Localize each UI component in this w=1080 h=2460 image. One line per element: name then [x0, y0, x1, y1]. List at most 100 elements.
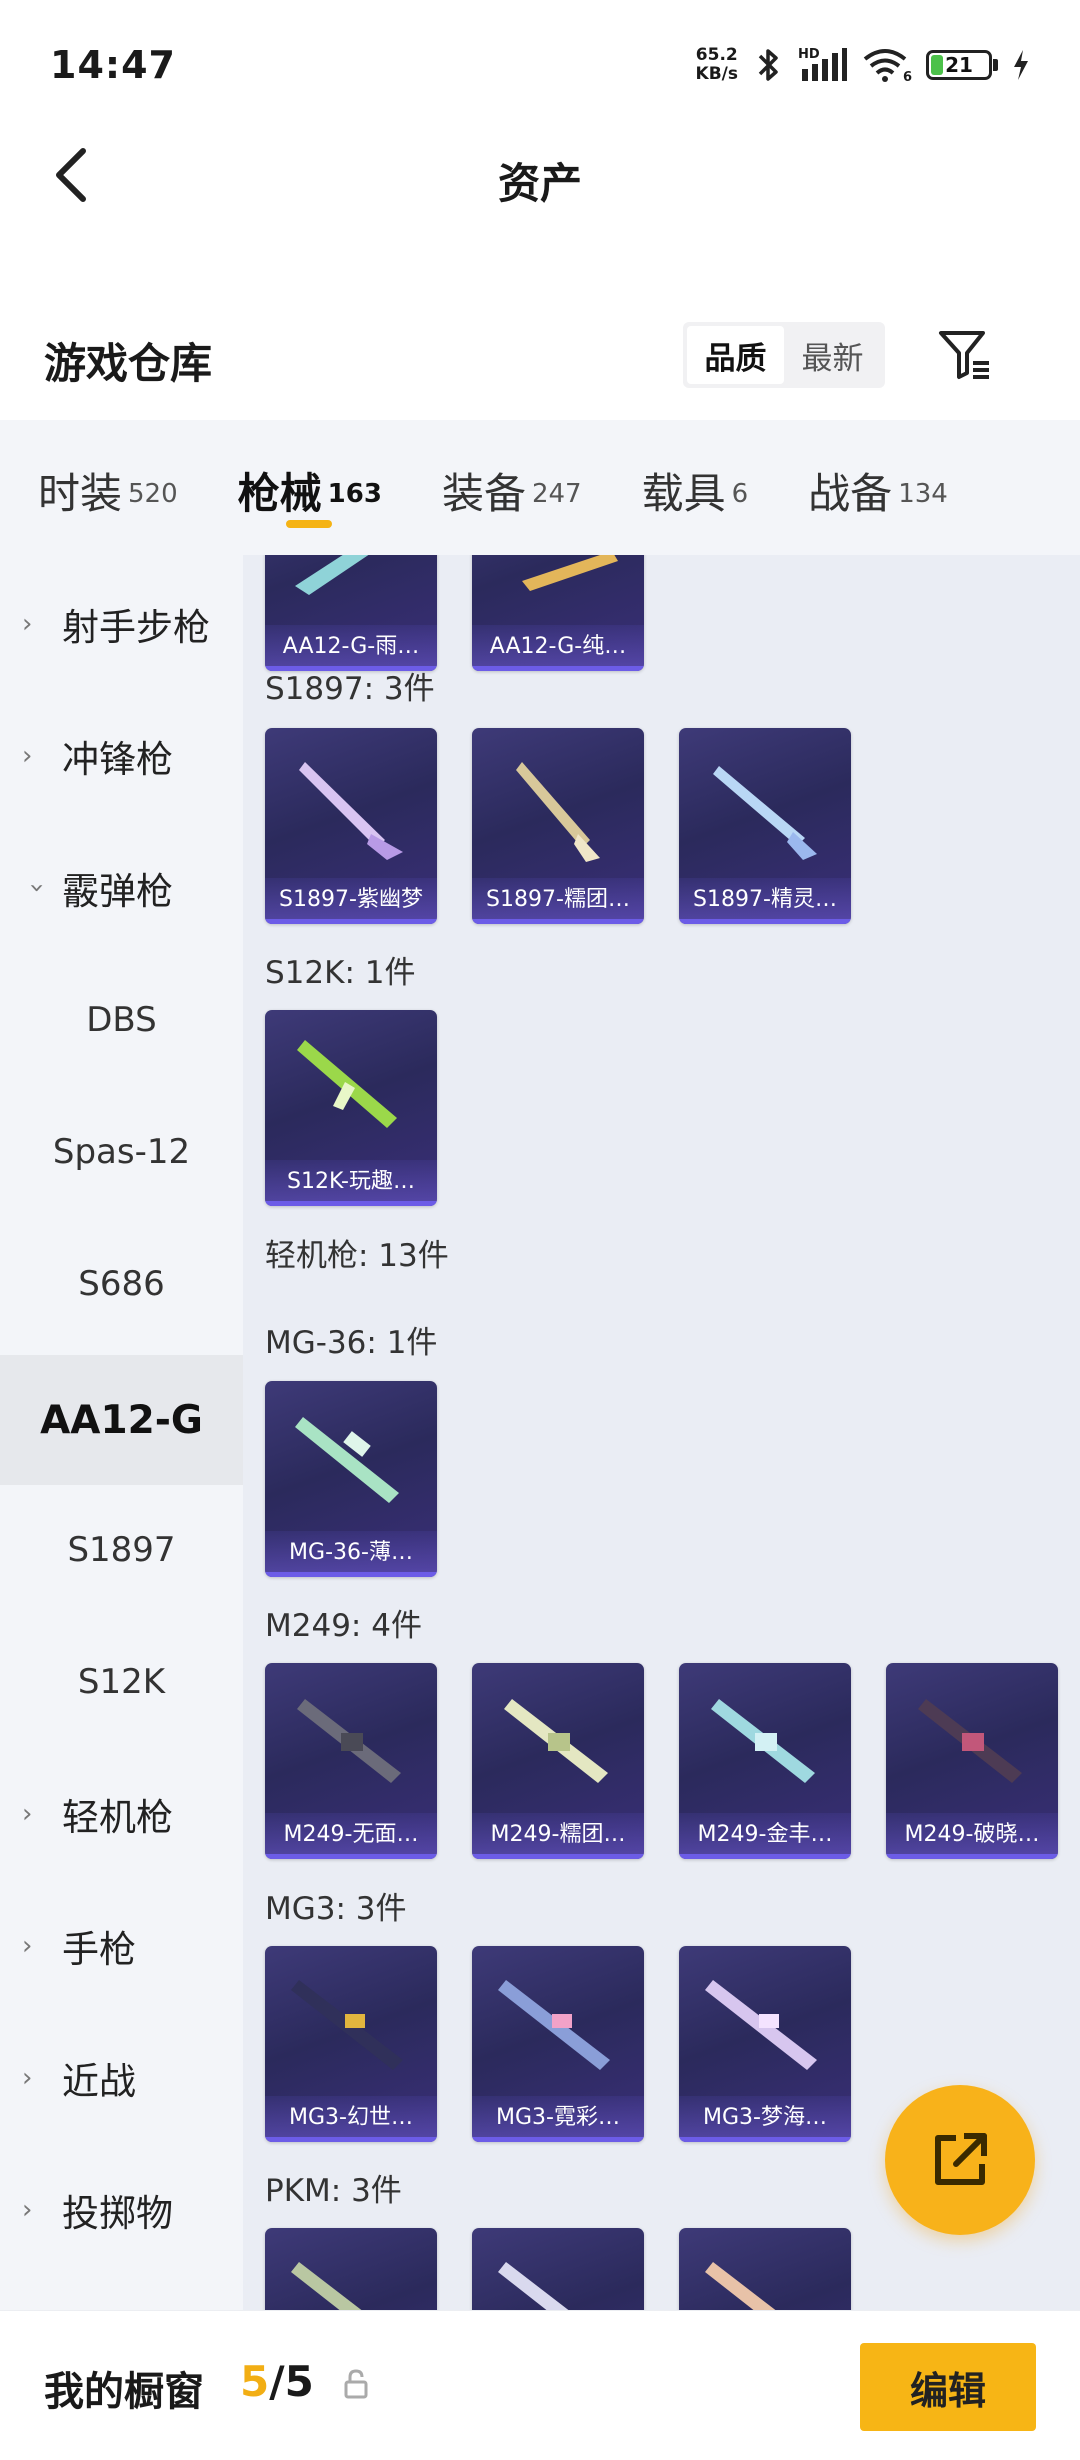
- item-card[interactable]: M249-破晓…: [886, 1663, 1058, 1859]
- weapon-skin-icon: [516, 762, 600, 862]
- weapon-skin-icon: [711, 1699, 815, 1783]
- tab-label: 时装: [38, 469, 123, 518]
- weapon-skin-icon: [295, 1417, 399, 1503]
- item-name: MG-36-薄…: [265, 1531, 437, 1577]
- item-card[interactable]: S12K-玩趣…: [265, 1010, 437, 1206]
- sidebar-item-smg[interactable]: › 冲锋枪: [0, 691, 243, 821]
- weapon-type-sidebar: › 射手步枪 › 冲锋枪 › 霰弹枪 DBS Spas-12 S686 AA12-G …: [0, 555, 243, 2310]
- weapon-skin-icon: [918, 1699, 1022, 1783]
- item-card[interactable]: MG3-霓彩…: [472, 1946, 644, 2142]
- tab-count: 520: [128, 478, 178, 509]
- item-card[interactable]: S1897-紫幽梦: [265, 728, 437, 924]
- weapon-skin-icon: [498, 2262, 569, 2310]
- section-label: 轻机枪: 13件: [265, 1238, 449, 1274]
- item-card[interactable]: M249-糯团…: [472, 1663, 644, 1859]
- status-bar: 14:47 65.2 KB/s HD 6 21: [0, 0, 1080, 130]
- item-card[interactable]: S1897-糯团…: [472, 728, 644, 924]
- showcase-bar: 我的橱窗 5/5 编辑: [0, 2310, 1080, 2460]
- tab-equipment[interactable]: 装备 247: [442, 420, 582, 521]
- active-tab-indicator: [285, 520, 332, 528]
- sidebar-item-throwable[interactable]: › 投掷物: [0, 2145, 243, 2275]
- sidebar-item-label: 投掷物: [62, 2192, 173, 2235]
- filter-icon: [939, 331, 989, 379]
- item-name: M249-糯团…: [472, 1813, 644, 1859]
- sidebar-item-dmr[interactable]: › 射手步枪: [0, 559, 243, 689]
- wifi-icon: 6: [862, 47, 912, 85]
- share-button[interactable]: [885, 2085, 1035, 2235]
- item-card[interactable]: M249-金丰…: [679, 1663, 851, 1859]
- item-card[interactable]: AA12-G-纯…: [472, 555, 644, 671]
- tab-label: 战备: [808, 469, 893, 518]
- sidebar-item-lmg[interactable]: › 轻机枪: [0, 1749, 243, 1879]
- network-speed-unit: KB/s: [695, 64, 738, 84]
- battery-icon: 21: [926, 50, 992, 80]
- sidebar-item-label: 手枪: [62, 1928, 136, 1971]
- weapon-skin-icon: [291, 1980, 403, 2070]
- weapon-skin-icon: [498, 1980, 610, 2070]
- weapon-skin-icon: [705, 1980, 817, 2070]
- item-name: S1897-精灵…: [679, 878, 851, 924]
- item-card[interactable]: [679, 2228, 851, 2310]
- sidebar-item-spas12[interactable]: Spas-12: [0, 1087, 243, 1217]
- sidebar-item-dbs[interactable]: DBS: [0, 955, 243, 1085]
- tab-count: 247: [531, 478, 582, 509]
- weapon-skin-icon: [705, 2262, 776, 2310]
- item-name: M249-破晓…: [886, 1813, 1058, 1859]
- item-name: M249-金丰…: [679, 1813, 851, 1859]
- rarity-bar: [265, 1201, 437, 1206]
- item-card[interactable]: [472, 2228, 644, 2310]
- share-external-icon: [935, 2133, 987, 2185]
- item-name: AA12-G-纯…: [472, 625, 644, 671]
- sidebar-item-shotgun[interactable]: › 霰弹枪: [0, 823, 243, 953]
- warehouse-title: 游戏仓库: [44, 339, 213, 388]
- item-card[interactable]: MG3-梦海…: [679, 1946, 851, 2142]
- sort-quality-button[interactable]: 品质: [687, 326, 784, 384]
- rarity-bar: [265, 919, 437, 924]
- edit-button[interactable]: 编辑: [860, 2343, 1036, 2431]
- cell-signal-icon: HD: [798, 47, 848, 83]
- tab-firearms[interactable]: 枪械 163: [237, 420, 382, 528]
- tab-fashion[interactable]: 时装 520: [38, 420, 178, 521]
- item-card[interactable]: [265, 2228, 437, 2310]
- showcase-total: /5: [269, 2357, 314, 2406]
- tab-label: 装备: [441, 469, 526, 518]
- network-speed: 65.2 KB/s: [696, 46, 738, 84]
- rarity-bar: [265, 1854, 437, 1859]
- sidebar-item-label: 轻机枪: [62, 1796, 173, 1839]
- item-card[interactable]: AA12-G-雨…: [265, 555, 437, 671]
- page-title: 资产: [497, 159, 582, 208]
- item-name: MG3-梦海…: [679, 2096, 851, 2142]
- rarity-bar: [265, 2137, 437, 2142]
- chevron-right-icon: ›: [22, 741, 33, 771]
- item-card[interactable]: MG-36-薄…: [265, 1381, 437, 1577]
- item-card[interactable]: MG3-幻世…: [265, 1946, 437, 2142]
- section-label: S12K: 1件: [265, 955, 416, 991]
- tab-supplies[interactable]: 战备 134: [808, 420, 948, 521]
- section-label: S1897: 3件: [265, 671, 435, 707]
- section-label: PKM: 3件: [265, 2173, 402, 2209]
- weapon-skin-icon: [291, 2262, 362, 2310]
- chevron-right-icon: ›: [22, 2063, 33, 2093]
- rarity-bar: [679, 1854, 851, 1859]
- tab-label: 枪械: [237, 469, 322, 518]
- sidebar-item-aa12g[interactable]: AA12-G: [0, 1355, 243, 1485]
- tab-vehicles[interactable]: 载具 6: [642, 420, 749, 521]
- sidebar-item-s12k[interactable]: S12K: [0, 1617, 243, 1747]
- item-card[interactable]: S1897-精灵…: [679, 728, 851, 924]
- sidebar-item-s686[interactable]: S686: [0, 1219, 243, 1349]
- chevron-right-icon: ›: [22, 1799, 33, 1829]
- rarity-bar: [472, 1854, 644, 1859]
- rarity-bar: [472, 2137, 644, 2142]
- item-name: S1897-糯团…: [472, 878, 644, 924]
- rarity-bar: [472, 666, 644, 671]
- sort-latest-button[interactable]: 最新: [784, 326, 881, 384]
- item-card[interactable]: M249-无面…: [265, 1663, 437, 1859]
- battery-indicator: 21: [926, 50, 998, 80]
- weapon-skin-icon: [297, 1040, 397, 1128]
- battery-level: 21: [945, 53, 973, 77]
- sidebar-item-pistol[interactable]: › 手枪: [0, 1881, 243, 2011]
- sidebar-item-melee[interactable]: › 近战: [0, 2013, 243, 2143]
- showcase-current: 5: [240, 2357, 270, 2406]
- filter-button[interactable]: [932, 322, 998, 388]
- sidebar-item-s1897[interactable]: S1897: [0, 1485, 243, 1615]
